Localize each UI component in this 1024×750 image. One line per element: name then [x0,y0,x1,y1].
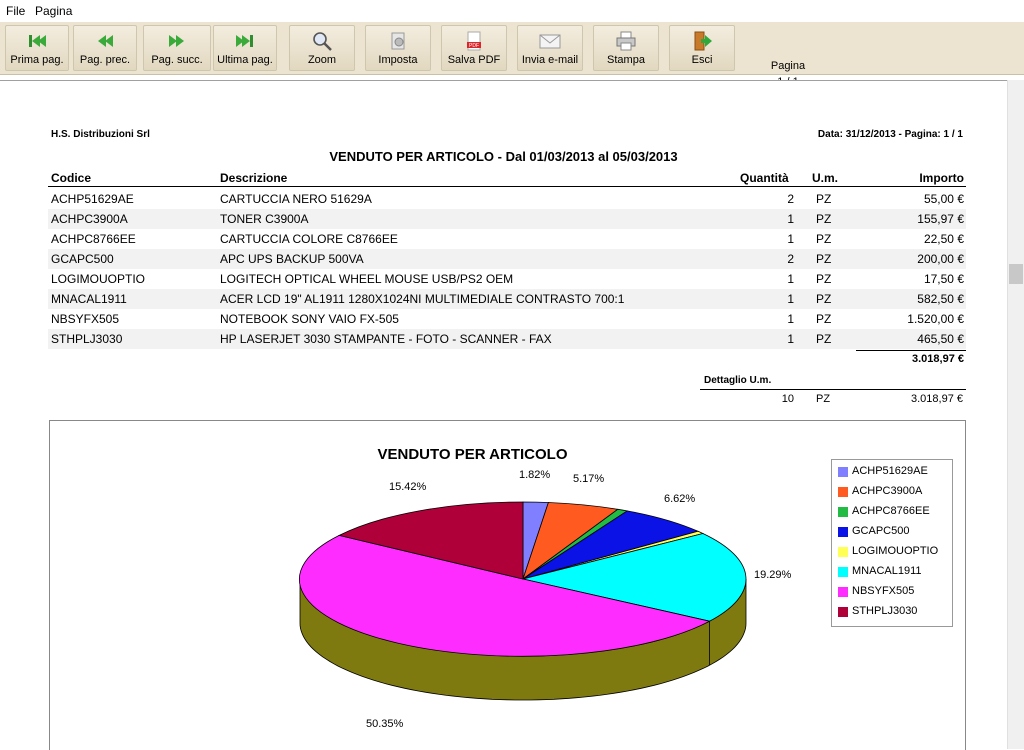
chart-legend: ACHP51629AE ACHPC3900A ACHPC8766EE GCAPC500… [831,459,953,627]
report-page: H.S. Distribuzioni Srl Data: 31/12/2013 … [0,80,1007,750]
legend-swatch [838,547,848,557]
print-button[interactable]: Stampa [593,25,659,71]
pie-chart [299,501,747,701]
legend-swatch [838,507,848,517]
last-page-label: Ultima pag. [217,54,273,66]
printer-icon [616,31,636,51]
print-label: Stampa [607,54,645,66]
zoom-label: Zoom [307,54,337,66]
legend-label: ACHPC3900A [852,485,923,497]
legend-label: NBSYFX505 [852,585,915,597]
legend-label: GCAPC500 [852,525,910,537]
send-email-label: Invia e-mail [521,54,579,66]
pie-percent-label: 6.62% [664,493,696,505]
next-page-button[interactable]: Pag. succ. [143,25,211,71]
legend-swatch [838,527,848,537]
pdf-icon: PDF [467,31,481,51]
exit-button[interactable]: Esci [669,25,735,71]
pie-percent-label: 50.35% [366,718,404,730]
legend-label: ACHP51629AE [852,465,928,477]
previous-page-label: Pag. prec. [79,54,131,66]
pie-percent-label: 5.17% [573,473,605,485]
pie-percent-label: 15.42% [389,481,427,493]
vertical-scrollbar[interactable] [1007,80,1024,749]
email-icon [539,34,561,49]
menu-bar: File Pagina [0,0,1024,22]
legend-label: LOGIMOUOPTIO [852,545,939,557]
legend-swatch [838,487,848,497]
first-page-label: Prima pag. [10,54,64,66]
save-pdf-button[interactable]: PDF Salva PDF [441,25,507,71]
settings-button[interactable]: Imposta [365,25,431,71]
legend-swatch [838,607,848,617]
exit-icon [694,31,712,51]
toolbar: Prima pag. Pag. prec. Pag. succ. Ultima … [0,22,1024,88]
pie-percent-label: 1.82% [519,469,551,481]
legend-swatch [838,567,848,577]
last-page-button[interactable]: Ultima pag. [213,25,277,71]
menu-pagina[interactable]: Pagina [35,4,72,18]
legend-swatch [838,467,848,477]
legend-label: ACHPC8766EE [852,505,930,517]
scrollbar-thumb[interactable] [1009,264,1023,284]
first-page-icon [29,35,46,47]
legend-swatch [838,587,848,597]
last-page-icon [236,35,253,47]
pie-percent-label: 19.29% [754,569,792,581]
send-email-button[interactable]: Invia e-mail [517,25,583,71]
settings-icon [391,32,405,50]
menu-file[interactable]: File [6,4,25,18]
settings-label: Imposta [378,54,418,66]
legend-label: MNACAL1911 [852,565,922,577]
first-page-button[interactable]: Prima pag. [5,25,69,71]
zoom-icon [313,32,332,51]
legend-label: STHPLJ3030 [852,605,918,617]
svg-text:PDF: PDF [469,43,479,49]
previous-page-button[interactable]: Pag. prec. [73,25,137,71]
zoom-button[interactable]: Zoom [289,25,355,71]
next-page-label: Pag. succ. [151,54,203,66]
exit-label: Esci [691,54,713,66]
save-pdf-label: Salva PDF [447,54,501,66]
page-indicator-label: Pagina [770,60,806,72]
next-page-icon [169,35,184,47]
previous-page-icon [98,35,113,47]
